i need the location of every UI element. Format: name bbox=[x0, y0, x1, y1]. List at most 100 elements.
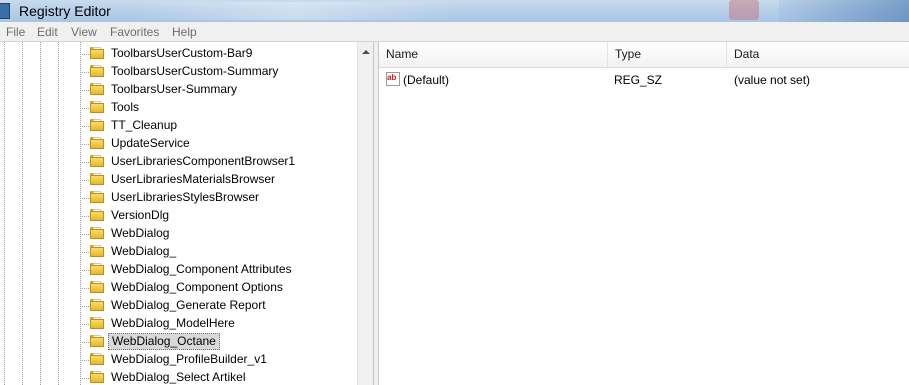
tree-connector bbox=[80, 198, 89, 199]
tree-item-label: UserLibrariesComponentBrowser1 bbox=[111, 154, 296, 168]
tree-item-label: WebDialog_ProfileBuilder_v1 bbox=[111, 352, 267, 366]
tree-item[interactable]: TT_Cleanup bbox=[0, 117, 357, 135]
tree-item-label: WebDialog_Component Attributes bbox=[111, 262, 292, 276]
tree-item-label: WebDialog bbox=[111, 226, 170, 240]
tree-item[interactable]: UserLibrariesMaterialsBrowser bbox=[0, 171, 357, 189]
tree-item[interactable]: UserLibrariesStylesBrowser bbox=[0, 189, 357, 207]
string-value-icon-text: ab bbox=[387, 73, 397, 82]
tree-connector bbox=[80, 108, 89, 109]
folder-icon bbox=[90, 137, 104, 149]
folder-icon bbox=[90, 173, 104, 185]
folder-icon bbox=[90, 299, 104, 311]
folder-icon bbox=[90, 47, 104, 59]
folder-icon bbox=[90, 119, 104, 131]
tree-item[interactable]: WebDialog_Octane bbox=[0, 333, 357, 351]
tree-item[interactable]: Tools bbox=[0, 99, 357, 117]
tree-item-label: WebDialog_Generate Report bbox=[111, 298, 266, 312]
folder-icon bbox=[90, 155, 104, 167]
tree-connector bbox=[80, 288, 89, 289]
value-type: REG_SZ bbox=[614, 73, 663, 87]
menu-view[interactable]: View bbox=[71, 25, 97, 39]
tree-scrollbar[interactable] bbox=[357, 42, 374, 385]
menu-favorites[interactable]: Favorites bbox=[110, 25, 159, 39]
tree-item[interactable]: ToolbarsUserCustom-Summary bbox=[0, 63, 357, 81]
folder-icon bbox=[90, 353, 104, 365]
caption-button-blur bbox=[729, 0, 759, 20]
folder-icon bbox=[90, 101, 104, 113]
column-name-header[interactable]: Name bbox=[379, 42, 608, 67]
tree-item-label: UserLibrariesMaterialsBrowser bbox=[111, 172, 276, 186]
tree-connector bbox=[80, 162, 89, 163]
tree-item-label: ToolbarsUserCustom-Summary bbox=[111, 64, 279, 78]
menu-edit[interactable]: Edit bbox=[37, 25, 58, 39]
tree-item-label: WebDialog_ModelHere bbox=[111, 316, 235, 330]
tree-item-label: ToolbarsUserCustom-Bar9 bbox=[111, 46, 253, 60]
tree-item[interactable]: WebDialog_ModelHere bbox=[0, 315, 357, 333]
tree-connector bbox=[80, 144, 89, 145]
title-bar-glass-right bbox=[779, 0, 909, 22]
tree-connector bbox=[80, 324, 89, 325]
tree-item[interactable]: WebDialog_ bbox=[0, 243, 357, 261]
tree-item[interactable]: UserLibrariesComponentBrowser1 bbox=[0, 153, 357, 171]
value-list: Name Type Data ab (Default) REG_SZ (valu… bbox=[379, 42, 909, 385]
tree-item[interactable]: WebDialog_Component Attributes bbox=[0, 261, 357, 279]
tree-item[interactable]: WebDialog_Select Artikel bbox=[0, 369, 357, 385]
folder-icon bbox=[90, 335, 104, 347]
tree-connector bbox=[80, 306, 89, 307]
menu-bar: File Edit View Favorites Help bbox=[0, 22, 909, 42]
tree-item[interactable]: WebDialog_ProfileBuilder_v1 bbox=[0, 351, 357, 369]
folder-icon bbox=[90, 65, 104, 77]
tree-item-label: WebDialog_ bbox=[111, 244, 177, 258]
tree-connector bbox=[80, 342, 89, 343]
folder-icon bbox=[90, 263, 104, 275]
menu-help[interactable]: Help bbox=[172, 25, 197, 39]
folder-icon bbox=[90, 371, 104, 383]
tree-connector bbox=[80, 72, 89, 73]
tree-item-label: UpdateService bbox=[111, 136, 190, 150]
tree-item[interactable]: WebDialog_Component Options bbox=[0, 279, 357, 297]
tree-connector bbox=[80, 270, 89, 271]
value-data: (value not set) bbox=[734, 73, 811, 87]
window-title: Registry Editor bbox=[19, 3, 111, 19]
folder-icon bbox=[90, 83, 104, 95]
registry-editor-icon bbox=[0, 3, 10, 19]
title-bar: Registry Editor bbox=[0, 0, 909, 22]
folder-icon bbox=[90, 209, 104, 221]
tree-item[interactable]: WebDialog_Generate Report bbox=[0, 297, 357, 315]
string-value-icon: ab bbox=[386, 72, 400, 86]
key-tree[interactable]: ToolbarsUserCustom-Bar9 ToolbarsUserCusto… bbox=[0, 42, 373, 385]
tree-item[interactable]: ToolbarsUserCustom-Bar9 bbox=[0, 45, 357, 63]
menu-file[interactable]: File bbox=[6, 25, 25, 39]
tree-item-label: Tools bbox=[111, 100, 140, 114]
tree-connector bbox=[80, 216, 89, 217]
column-type-header[interactable]: Type bbox=[608, 42, 727, 67]
value-name: (Default) bbox=[403, 73, 450, 87]
column-data-header[interactable]: Data bbox=[727, 42, 909, 67]
title-bar-glass bbox=[130, 2, 460, 20]
tree-item[interactable]: VersionDlg bbox=[0, 207, 357, 225]
tree-connector bbox=[80, 234, 89, 235]
tree-connector bbox=[80, 252, 89, 253]
tree-item[interactable]: UpdateService bbox=[0, 135, 357, 153]
value-row[interactable]: ab (Default) REG_SZ (value not set) bbox=[379, 70, 909, 90]
tree-item-label: ToolbarsUser-Summary bbox=[111, 82, 238, 96]
tree-item-label: WebDialog_Select Artikel bbox=[111, 370, 246, 384]
folder-icon bbox=[90, 245, 104, 257]
folder-icon bbox=[90, 191, 104, 203]
tree-item[interactable]: WebDialog bbox=[0, 225, 357, 243]
list-header: Name Type Data bbox=[379, 42, 909, 68]
folder-icon bbox=[90, 227, 104, 239]
scroll-up-arrow-icon[interactable] bbox=[362, 50, 370, 54]
tree-connector bbox=[80, 90, 89, 91]
tree-item[interactable]: ToolbarsUser-Summary bbox=[0, 81, 357, 99]
tree-item-label: WebDialog_Component Options bbox=[111, 280, 283, 294]
folder-icon bbox=[90, 317, 104, 329]
folder-icon bbox=[90, 281, 104, 293]
tree-connector bbox=[80, 180, 89, 181]
tree-connector bbox=[80, 54, 89, 55]
tree-item-label: VersionDlg bbox=[111, 208, 170, 222]
tree-connector bbox=[80, 360, 89, 361]
tree-item-label: TT_Cleanup bbox=[111, 118, 178, 132]
tree-connector bbox=[80, 126, 89, 127]
tree-item-label: WebDialog_Octane bbox=[108, 333, 220, 350]
